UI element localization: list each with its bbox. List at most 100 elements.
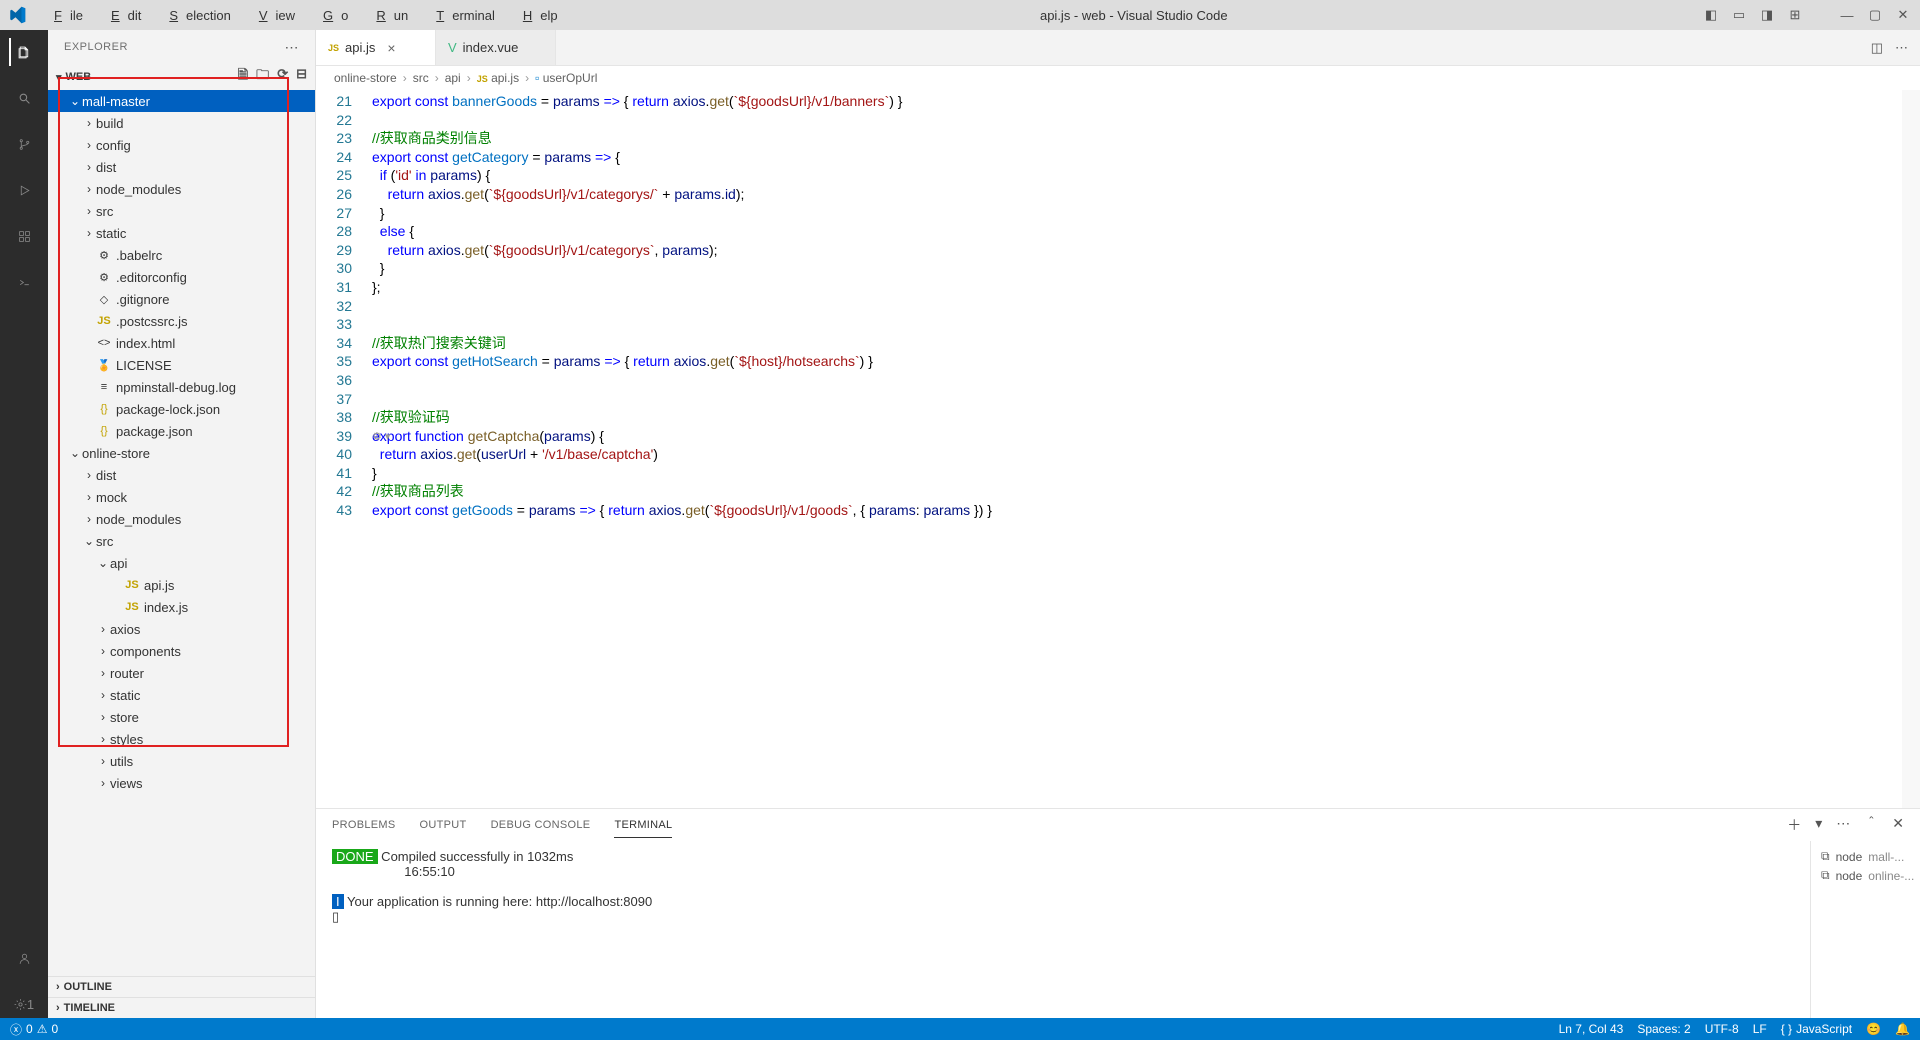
editor-more-icon[interactable]: ⋯ <box>1895 40 1908 56</box>
menu-go[interactable]: Go <box>307 6 356 25</box>
maximize-panel-icon[interactable]: ＾ <box>1864 815 1878 835</box>
status-lncol[interactable]: Ln 7, Col 43 <box>1559 1022 1624 1036</box>
close-tab-icon[interactable]: × <box>387 40 395 56</box>
close-button[interactable]: ✕ <box>1894 7 1912 23</box>
minimap[interactable] <box>1902 90 1920 808</box>
status-language[interactable]: { } JavaScript <box>1781 1022 1852 1036</box>
panel-right-icon[interactable]: ◨ <box>1758 7 1776 23</box>
terminal-output[interactable]: DONE Compiled successfully in 1032ms 16:… <box>316 841 1810 1018</box>
breadcrumb-item[interactable]: src <box>413 71 429 85</box>
menu-help[interactable]: Help <box>507 6 566 25</box>
tree-item[interactable]: ›axios <box>48 618 315 640</box>
outline-section[interactable]: ›OUTLINE <box>48 976 315 997</box>
tree-item[interactable]: ›styles <box>48 728 315 750</box>
status-eol[interactable]: LF <box>1753 1022 1767 1036</box>
tree-item[interactable]: ⚙.editorconfig <box>48 266 315 288</box>
panel-tab[interactable]: OUTPUT <box>420 813 467 837</box>
panel-left-icon[interactable]: ◧ <box>1702 7 1720 23</box>
file-icon: JS <box>124 601 140 613</box>
status-bell-icon[interactable]: 🔔 <box>1895 1022 1910 1036</box>
new-folder-icon[interactable]: 🗀 <box>256 66 269 88</box>
layout-grid-icon[interactable]: ⊞ <box>1786 7 1804 23</box>
panel-tab[interactable]: DEBUG CONSOLE <box>491 813 591 837</box>
menu-edit[interactable]: Edit <box>95 6 149 25</box>
tree-item[interactable]: ›build <box>48 112 315 134</box>
tree-item[interactable]: ›config <box>48 134 315 156</box>
remote-activity[interactable] <box>10 268 38 296</box>
tree-item[interactable]: ›static <box>48 684 315 706</box>
tree-item[interactable]: ›mock <box>48 486 315 508</box>
menu-terminal[interactable]: Terminal <box>420 6 503 25</box>
status-encoding[interactable]: UTF-8 <box>1705 1022 1739 1036</box>
scm-activity[interactable] <box>10 130 38 158</box>
breadcrumb-item[interactable]: api <box>445 71 461 85</box>
status-indent[interactable]: Spaces: 2 <box>1637 1022 1690 1036</box>
new-terminal-icon[interactable]: ＋ <box>1787 815 1801 835</box>
editor-tab[interactable]: Vindex.vue <box>436 30 556 65</box>
workspace-header[interactable]: ▾ WEB 🗎 🗀 ⟳ ⊟ <box>48 64 315 90</box>
settings-activity[interactable]: 1 <box>10 990 38 1018</box>
tree-item[interactable]: ›node_modules <box>48 508 315 530</box>
status-errors[interactable]: ⓧ 0 ⚠ 0 <box>10 1021 58 1038</box>
code-lens-icon[interactable]: ⚙ ▾ <box>372 430 390 443</box>
tree-item[interactable]: JSindex.js <box>48 596 315 618</box>
panel-tab[interactable]: TERMINAL <box>614 813 672 838</box>
code-content[interactable]: export const bannerGoods = params => { r… <box>372 90 1902 808</box>
tree-item[interactable]: ≡npminstall-debug.log <box>48 376 315 398</box>
collapse-icon[interactable]: ⊟ <box>296 66 307 88</box>
new-file-icon[interactable]: 🗎 <box>238 66 248 88</box>
tree-item[interactable]: ›dist <box>48 464 315 486</box>
tree-item[interactable]: ›views <box>48 772 315 794</box>
tree-item[interactable]: <>index.html <box>48 332 315 354</box>
tree-item[interactable]: ›static <box>48 222 315 244</box>
play-icon <box>18 184 31 197</box>
menu-file[interactable]: File <box>38 6 91 25</box>
status-feedback-icon[interactable]: 😊 <box>1866 1022 1881 1036</box>
tree-item[interactable]: ⌄src <box>48 530 315 552</box>
tree-item[interactable]: ›components <box>48 640 315 662</box>
search-activity[interactable] <box>10 84 38 112</box>
terminal-split-icon[interactable]: ▾ <box>1815 815 1822 835</box>
tree-item[interactable]: {}package-lock.json <box>48 398 315 420</box>
close-panel-icon[interactable]: ✕ <box>1892 815 1904 835</box>
terminal-shell[interactable]: ⧉node mall-... <box>1817 847 1914 866</box>
tree-item[interactable]: ⚙.babelrc <box>48 244 315 266</box>
breadcrumb-item[interactable]: ▫ userOpUrl <box>535 71 597 85</box>
tree-item[interactable]: {}package.json <box>48 420 315 442</box>
panel-bottom-icon[interactable]: ▭ <box>1730 7 1748 23</box>
tree-item[interactable]: ⌄mall-master <box>48 90 315 112</box>
timeline-section[interactable]: ›TIMELINE <box>48 997 315 1018</box>
tree-item[interactable]: ◇.gitignore <box>48 288 315 310</box>
tree-item[interactable]: ›utils <box>48 750 315 772</box>
account-activity[interactable] <box>10 944 38 972</box>
tree-item[interactable]: 🏅LICENSE <box>48 354 315 376</box>
extensions-activity[interactable] <box>10 222 38 250</box>
explorer-more-icon[interactable]: ⋯ <box>285 39 300 56</box>
editor-tab[interactable]: JSapi.js× <box>316 30 436 65</box>
terminal-shell[interactable]: ⧉node online-... <box>1817 866 1914 885</box>
tree-item[interactable]: ›router <box>48 662 315 684</box>
menu-run[interactable]: Run <box>360 6 416 25</box>
minimize-button[interactable]: — <box>1838 8 1856 23</box>
tree-item[interactable]: ›dist <box>48 156 315 178</box>
explorer-activity[interactable] <box>9 38 37 66</box>
split-editor-icon[interactable]: ◫ <box>1871 40 1883 56</box>
code-editor[interactable]: 2122232425262728293031323334353637383940… <box>316 90 1920 808</box>
breadcrumb-item[interactable]: JS api.js <box>477 71 519 85</box>
breadcrumb[interactable]: online-store›src›api›JS api.js›▫ userOpU… <box>316 66 1920 90</box>
tree-item[interactable]: ›src <box>48 200 315 222</box>
panel-tab[interactable]: PROBLEMS <box>332 813 396 837</box>
terminal-more-icon[interactable]: ⋯ <box>1836 815 1850 835</box>
tree-item[interactable]: JSapi.js <box>48 574 315 596</box>
tree-item[interactable]: ›node_modules <box>48 178 315 200</box>
breadcrumb-item[interactable]: online-store <box>334 71 397 85</box>
menu-view[interactable]: View <box>243 6 303 25</box>
tree-item[interactable]: ⌄online-store <box>48 442 315 464</box>
debug-activity[interactable] <box>10 176 38 204</box>
tree-item[interactable]: ›store <box>48 706 315 728</box>
tree-item[interactable]: ⌄api <box>48 552 315 574</box>
maximize-button[interactable]: ▢ <box>1866 7 1884 23</box>
refresh-icon[interactable]: ⟳ <box>277 66 288 88</box>
tree-item[interactable]: JS.postcssrc.js <box>48 310 315 332</box>
menu-selection[interactable]: Selection <box>153 6 238 25</box>
